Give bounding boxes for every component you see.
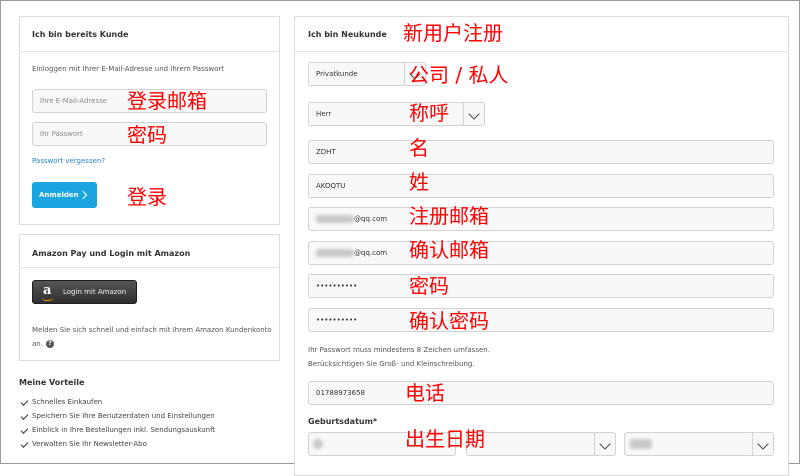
annotation-login: 登录: [127, 185, 167, 209]
amazon-logo-icon: a: [43, 283, 52, 298]
amazon-login-button[interactable]: a Login mit Amazon: [32, 280, 137, 304]
confirm-email-input[interactable]: @qq.com: [308, 241, 774, 265]
amazon-description: Melden Sie sich schnell und einfach mit …: [32, 323, 272, 351]
customer-type-value: Privatkunde: [308, 62, 405, 86]
login-button[interactable]: Anmelden: [32, 182, 97, 208]
annotation-register-email: 注册邮箱: [409, 204, 489, 228]
register-email-suffix: @qq.com: [354, 215, 388, 223]
birth-month-box: [466, 432, 596, 456]
phone-input[interactable]: [308, 381, 774, 405]
existing-customer-divider: [19, 51, 280, 52]
chevron-right-icon: [78, 190, 88, 200]
birth-year-arrow[interactable]: [752, 432, 774, 456]
check-icon: [20, 426, 29, 434]
existing-customer-subtitle: Einloggen mit Ihrer E-Mail-Adresse und I…: [32, 65, 224, 73]
benefit-item: Verwalten Sie Ihr Newsletter-Abo: [32, 440, 147, 448]
salutation-select[interactable]: Herr: [308, 102, 485, 126]
check-icon: [20, 440, 29, 448]
last-name-input[interactable]: [308, 174, 774, 198]
help-icon[interactable]: ?: [45, 340, 54, 348]
annotation-new-user: 新用户注册: [403, 21, 503, 45]
annotation-company-private: 公司 / 私人: [409, 63, 509, 87]
redacted-email-blur: [316, 215, 354, 223]
salutation-arrow[interactable]: [463, 102, 485, 126]
new-customer-divider: [294, 51, 789, 52]
birthdate-label: Geburtsdatum*: [308, 417, 378, 426]
check-icon: [20, 412, 29, 420]
redacted-email-blur: [316, 249, 354, 257]
annotation-login-password: 密码: [127, 123, 167, 147]
new-customer-title: Ich bin Neukunde: [308, 30, 387, 39]
birth-month-select[interactable]: [466, 432, 616, 456]
annotation-password: 密码: [409, 274, 449, 298]
benefit-item: Einblick in Ihre Bestellungen inkl. Send…: [32, 426, 216, 434]
birth-year-select[interactable]: [624, 432, 774, 456]
chevron-down-icon: [599, 438, 611, 450]
amazon-login-label: Login mit Amazon: [63, 288, 127, 296]
annotation-birthdate: 出生日期: [405, 427, 485, 451]
check-icon: [20, 398, 29, 406]
forgot-password-link[interactable]: Passwort vergessen?: [32, 157, 105, 165]
amazon-description-line2: an.: [32, 340, 43, 348]
chevron-down-icon: [757, 438, 769, 450]
login-button-label: Anmelden: [39, 191, 79, 199]
annotation-first-name: 名: [409, 136, 429, 160]
birth-month-arrow[interactable]: [594, 432, 616, 456]
annotation-last-name: 姓: [409, 170, 429, 194]
redacted-day-blur: [313, 439, 323, 449]
chevron-down-icon: [468, 108, 480, 120]
first-name-input[interactable]: [308, 140, 774, 164]
password-confirm-input[interactable]: [308, 308, 774, 332]
password-hint: Ihr Passwort muss mindestens 8 Zeichen u…: [308, 343, 490, 371]
redacted-year-blur: [630, 439, 652, 449]
password-hint-line2: Berücksichtigen Sie Groß- und Kleinschre…: [308, 360, 475, 368]
annotation-login-email: 登录邮箱: [127, 89, 207, 113]
confirm-email-suffix: @qq.com: [354, 249, 388, 257]
annotation-salutation: 称呼: [409, 101, 449, 125]
amazon-description-line1: Melden Sie sich schnell und einfach mit …: [32, 326, 272, 334]
amazon-smile-icon: [42, 297, 53, 301]
amazon-title: Amazon Pay und Login mit Amazon: [32, 249, 191, 258]
birth-year-box: [624, 432, 754, 456]
register-email-input[interactable]: @qq.com: [308, 207, 774, 231]
password-hint-line1: Ihr Passwort muss mindestens 8 Zeichen u…: [308, 346, 490, 354]
annotation-confirm-email: 确认邮箱: [409, 238, 489, 262]
password-input[interactable]: [308, 274, 774, 298]
benefit-item: Schnelles Einkaufen: [32, 398, 103, 406]
existing-customer-title: Ich bin bereits Kunde: [32, 30, 129, 39]
benefits-title: Meine Vorteile: [19, 378, 85, 387]
amazon-divider: [19, 267, 280, 268]
annotation-phone: 电话: [405, 381, 445, 405]
benefit-item: Speichern Sie Ihre Benutzerdaten und Ein…: [32, 412, 215, 420]
annotation-confirm-password: 确认密码: [409, 309, 489, 333]
